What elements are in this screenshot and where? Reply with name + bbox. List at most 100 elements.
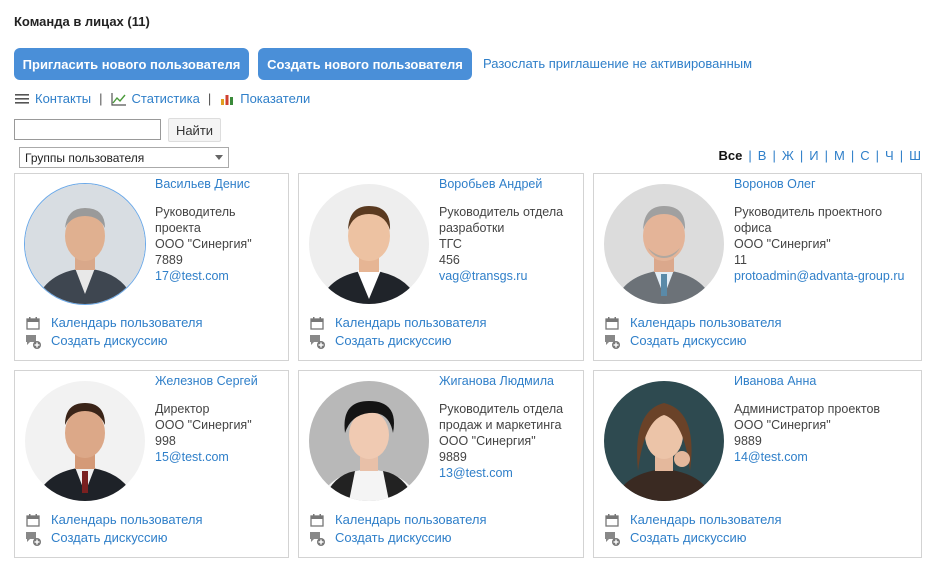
user-company: ООО "Синергия" (155, 418, 252, 432)
user-company: ООО "Синергия" (734, 237, 831, 251)
discussion-icon (605, 335, 620, 349)
user-position: Администратор проектов (734, 402, 881, 416)
discussion-action[interactable]: Создать дискуссию (25, 529, 203, 547)
group-select-value: Группы пользователя (25, 150, 145, 165)
user-email-link[interactable]: 14@test.com (734, 449, 920, 465)
user-actions: Календарь пользователя Создать дискуссию (25, 511, 203, 547)
avatar[interactable] (25, 184, 145, 304)
discussion-icon (310, 335, 325, 349)
calendar-action[interactable]: Календарь пользователя (25, 511, 203, 529)
calendar-link[interactable]: Календарь пользователя (630, 511, 782, 529)
user-company: ТГС (439, 237, 462, 251)
user-position: Директор (155, 402, 210, 416)
avatar[interactable] (309, 184, 429, 304)
search-button[interactable]: Найти (168, 118, 221, 142)
calendar-link[interactable]: Календарь пользователя (335, 511, 487, 529)
calendar-link[interactable]: Календарь пользователя (51, 511, 203, 529)
user-phone: 9889 (439, 450, 467, 464)
user-email-link[interactable]: 15@test.com (155, 449, 287, 465)
line-chart-icon (110, 92, 126, 106)
avatar[interactable] (604, 381, 724, 501)
user-company: ООО "Синергия" (439, 434, 536, 448)
discussion-link[interactable]: Создать дискуссию (630, 332, 747, 350)
calendar-link[interactable]: Календарь пользователя (630, 314, 782, 332)
discussion-icon (310, 532, 325, 546)
calendar-action[interactable]: Календарь пользователя (309, 314, 487, 332)
calendar-link[interactable]: Календарь пользователя (335, 314, 487, 332)
user-name-link[interactable]: Воронов Олег (734, 176, 920, 192)
discussion-link[interactable]: Создать дискуссию (51, 332, 168, 350)
discussion-action[interactable]: Создать дискуссию (309, 332, 487, 350)
avatar[interactable] (25, 381, 145, 501)
alpha-letter[interactable]: М (834, 148, 845, 163)
create-user-button[interactable]: Создать нового пользователя (258, 48, 472, 80)
calendar-icon (26, 514, 40, 527)
user-email-link[interactable]: 17@test.com (155, 268, 287, 284)
nav-separator: | (207, 91, 212, 106)
user-info: Железнов Сергей Директор ООО "Синергия" … (155, 373, 287, 465)
nav-statistics-label[interactable]: Статистика (132, 91, 200, 106)
nav-statistics[interactable]: Статистика (110, 91, 200, 106)
discussion-link[interactable]: Создать дискуссию (51, 529, 168, 547)
discussion-action[interactable]: Создать дискуссию (604, 332, 782, 350)
calendar-action[interactable]: Календарь пользователя (604, 511, 782, 529)
user-name-link[interactable]: Железнов Сергей (155, 373, 287, 389)
alpha-letter[interactable]: Ж (782, 148, 794, 163)
calendar-link[interactable]: Календарь пользователя (51, 314, 203, 332)
avatar[interactable] (604, 184, 724, 304)
user-name-link[interactable]: Воробьев Андрей (439, 176, 579, 192)
user-card: Железнов Сергей Директор ООО "Синергия" … (14, 370, 289, 558)
alpha-letter[interactable]: В (758, 148, 767, 163)
nav-indicators-label[interactable]: Показатели (240, 91, 310, 106)
alpha-separator: | (748, 148, 752, 163)
nav-separator: | (99, 91, 103, 106)
discussion-icon (605, 532, 620, 546)
nav-contacts[interactable]: Контакты (14, 91, 91, 106)
user-phone: 9889 (734, 434, 762, 448)
group-select[interactable]: Группы пользователя (19, 147, 229, 168)
nav-indicators[interactable]: Показатели (219, 91, 310, 106)
discussion-action[interactable]: Создать дискуссию (604, 529, 782, 547)
alpha-separator: | (824, 148, 828, 163)
user-email-link[interactable]: 13@test.com (439, 465, 584, 481)
user-name-link[interactable]: Иванова Анна (734, 373, 920, 389)
user-actions: Календарь пользователя Создать дискуссию (309, 511, 487, 547)
user-info: Воронов Олег Руководитель проектного офи… (734, 176, 920, 284)
user-position: разработки (439, 221, 505, 235)
calendar-icon (310, 317, 324, 330)
user-email-link[interactable]: protoadmin@advanta-group.ru (734, 268, 920, 284)
user-info: Васильев Денис Руководитель проекта ООО … (155, 176, 287, 284)
alpha-separator: | (772, 148, 776, 163)
alpha-separator: | (799, 148, 804, 163)
nav-contacts-label[interactable]: Контакты (35, 91, 91, 106)
view-nav: Контакты | Статистика | Показатели (14, 91, 310, 106)
calendar-icon (310, 514, 324, 527)
alpha-letter[interactable]: Ш (909, 148, 921, 163)
discussion-action[interactable]: Создать дискуссию (25, 332, 203, 350)
alpha-all[interactable]: Все (719, 148, 743, 163)
user-email-link[interactable]: vag@transgs.ru (439, 268, 579, 284)
user-phone: 998 (155, 434, 176, 448)
user-position: продаж и маркетинга (439, 418, 562, 432)
calendar-action[interactable]: Календарь пользователя (25, 314, 203, 332)
user-name-link[interactable]: Жиганова Людмила (439, 373, 584, 389)
discussion-action[interactable]: Создать дискуссию (309, 529, 487, 547)
alpha-letter[interactable]: С (860, 148, 869, 163)
resend-invitations-link[interactable]: Разослать приглашение не активированным (483, 56, 752, 71)
user-phone: 11 (734, 253, 747, 267)
chevron-down-icon (215, 155, 223, 160)
discussion-link[interactable]: Создать дискуссию (630, 529, 747, 547)
discussion-link[interactable]: Создать дискуссию (335, 332, 452, 350)
user-phone: 456 (439, 253, 460, 267)
discussion-link[interactable]: Создать дискуссию (335, 529, 452, 547)
calendar-action[interactable]: Календарь пользователя (604, 314, 782, 332)
alpha-letter[interactable]: И (809, 148, 818, 163)
alpha-letter[interactable]: Ч (885, 148, 894, 163)
user-name-link[interactable]: Васильев Денис (155, 176, 287, 192)
invite-user-button[interactable]: Пригласить нового пользователя (14, 48, 249, 80)
calendar-action[interactable]: Календарь пользователя (309, 511, 487, 529)
discussion-icon (26, 532, 41, 546)
avatar[interactable] (309, 381, 429, 501)
search-input[interactable] (14, 119, 161, 140)
user-info: Воробьев Андрей Руководитель отдела разр… (439, 176, 579, 284)
